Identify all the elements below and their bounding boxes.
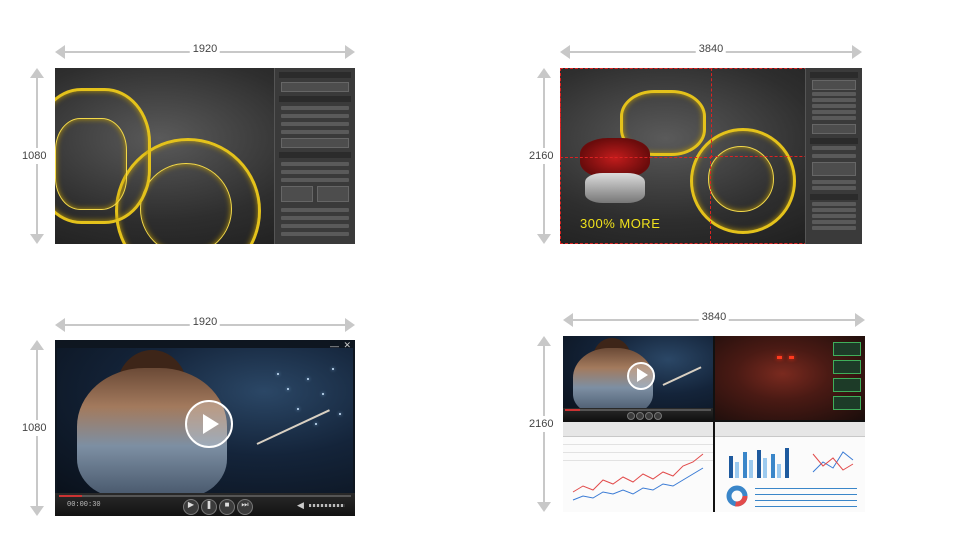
- hud-item-2[interactable]: [833, 360, 861, 374]
- height-dimension-arrow: 2160: [529, 68, 554, 244]
- spreadsheet-right[interactable]: [715, 422, 865, 512]
- width-dimension-arrow: 3840: [563, 311, 865, 327]
- height-dimension-arrow: 1080: [22, 340, 47, 516]
- height-dimension-arrow: 2160: [529, 336, 554, 512]
- hud-item-1[interactable]: [833, 342, 861, 356]
- width-label: 3840: [695, 43, 727, 55]
- settings-panel: [274, 68, 355, 244]
- overlay-caption: 300% MORE: [580, 216, 661, 231]
- chart-bar: [749, 460, 753, 478]
- pause-button[interactable]: ❚: [201, 499, 217, 515]
- hud-item-4[interactable]: [833, 396, 861, 410]
- spreadsheet-left[interactable]: [563, 422, 713, 512]
- video-player-window: — ✕ 00:00:30 ▶ ❚ ■ ⏭ ◀: [55, 340, 355, 516]
- play-button[interactable]: ▶: [183, 499, 199, 515]
- width-dimension-arrow: 1920: [55, 43, 355, 59]
- chart-bar: [729, 456, 733, 478]
- stock-series-1: [572, 453, 704, 493]
- next-button[interactable]: ⏭: [237, 499, 253, 515]
- preset-dropdown[interactable]: [281, 82, 349, 92]
- monster-eye-left: [777, 356, 782, 359]
- width-dimension-arrow: 1920: [55, 316, 355, 332]
- width-label: 3840: [698, 311, 730, 323]
- chart-bar: [777, 464, 781, 478]
- mini-video-frame[interactable]: [563, 336, 713, 414]
- mini-line-chart: [812, 451, 854, 473]
- width-label: 1920: [189, 316, 221, 328]
- donut-chart: [726, 485, 748, 507]
- chart-bar: [757, 450, 761, 478]
- width-label: 1920: [189, 43, 221, 55]
- size-dropdown[interactable]: [281, 138, 349, 148]
- width-dimension-arrow: 3840: [560, 43, 862, 59]
- chart-bar: [771, 454, 775, 478]
- player-control-bar: 00:00:30 ▶ ❚ ■ ⏭ ◀: [55, 493, 355, 516]
- chart-bar: [763, 458, 767, 478]
- hud-item-3[interactable]: [833, 378, 861, 392]
- multiview-screen: [563, 336, 865, 512]
- chart-bar: [743, 452, 747, 478]
- game-scene[interactable]: [715, 336, 865, 420]
- stop-button[interactable]: ■: [219, 499, 235, 515]
- stock-series-2: [572, 467, 704, 501]
- volume-slider[interactable]: [309, 504, 345, 507]
- wireframe-wheel-inner: [140, 163, 232, 244]
- volume-icon[interactable]: ◀: [297, 500, 304, 511]
- swatch-button-1[interactable]: [281, 186, 313, 202]
- spreadsheet-ribbon: [715, 422, 865, 437]
- chart-bar: [735, 462, 739, 478]
- timecode: 00:00:30: [67, 501, 101, 509]
- height-dimension-arrow: 1080: [22, 68, 47, 244]
- height-label: 2160: [529, 416, 554, 432]
- wand: [256, 409, 330, 445]
- height-label: 1080: [22, 420, 47, 436]
- settings-panel: [805, 68, 862, 244]
- video-frame[interactable]: [57, 348, 353, 498]
- stock-line-chart: [572, 453, 704, 501]
- play-icon[interactable]: [185, 400, 233, 448]
- monster-eye-right: [789, 356, 794, 359]
- height-label: 1080: [22, 148, 47, 164]
- seek-bar[interactable]: [59, 495, 351, 497]
- swatch-button-2[interactable]: [317, 186, 349, 202]
- wireframe-detail: [55, 118, 127, 210]
- mini-control-bar: [563, 408, 713, 420]
- chart-bar: [785, 448, 789, 478]
- height-label: 2160: [529, 148, 554, 164]
- play-icon[interactable]: [627, 362, 655, 390]
- render-viewport: 300% MORE: [560, 68, 862, 244]
- render-viewport: [55, 68, 355, 244]
